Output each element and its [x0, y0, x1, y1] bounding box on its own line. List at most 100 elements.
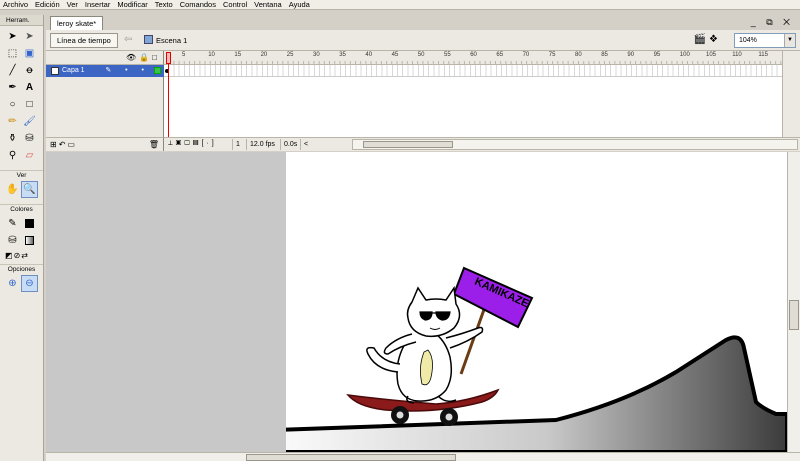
brush-tool-icon[interactable]: 🖌	[21, 113, 38, 130]
modify-markers-icon[interactable]: [·]	[202, 140, 217, 147]
fill-color-swatch[interactable]	[21, 232, 38, 249]
timeline-footer: ⟂▣▢▤[·] 1 12.0 fps 0.0s <	[164, 137, 800, 151]
delete-layer-icon[interactable]: 🗑	[149, 140, 159, 149]
eyedropper-tool-icon[interactable]: ⚲	[4, 147, 21, 164]
layer-row[interactable]: Capa 1 ✎ • •	[46, 65, 164, 77]
onion-skin-icon[interactable]: ▣	[176, 140, 185, 147]
scene-icon	[144, 35, 153, 44]
menu-insertar[interactable]: Insertar	[85, 0, 110, 10]
eraser-tool-icon[interactable]: ▱	[21, 147, 38, 164]
free-transform-tool-icon[interactable]: ⬚	[4, 45, 21, 62]
layer-outline-color[interactable]	[154, 67, 161, 74]
frame-tick-label: 65	[496, 52, 504, 58]
ink-bottle-tool-icon[interactable]: ⚱	[4, 130, 21, 147]
playhead-line	[168, 64, 169, 137]
paint-bucket-tool-icon[interactable]: ⛁	[21, 130, 38, 147]
hand-tool-icon[interactable]: ✋	[4, 181, 21, 198]
frame-tick-label: 30	[313, 52, 320, 58]
oval-tool-icon[interactable]: ○	[4, 96, 21, 113]
fill-color-bucket-icon[interactable]: ⛁	[4, 232, 21, 249]
menu-ayuda[interactable]: Ayuda	[289, 0, 310, 10]
edit-scene-icon[interactable]: 🎬	[694, 34, 706, 45]
menu-texto[interactable]: Texto	[155, 0, 173, 10]
playhead-handle[interactable]	[166, 52, 171, 64]
insert-layer-icon[interactable]: ⊞	[50, 140, 59, 149]
frame-tick-label: 45	[391, 52, 399, 58]
text-tool-icon[interactable]: A	[21, 79, 38, 96]
menu-control[interactable]: Control	[223, 0, 247, 10]
cat-tail	[366, 346, 401, 373]
frame-ruler[interactable]: 5 10 15 20 25 30 35 40 45 50 55 60 65 70 75 80 85 90 95 100…	[164, 51, 782, 65]
frame-tick-label: 90	[627, 52, 635, 58]
edit-multiple-frames-icon[interactable]: ▤	[193, 140, 202, 147]
zoom-in-icon[interactable]: ⊕	[4, 275, 21, 292]
selection-tool-icon[interactable]: ➤	[4, 28, 21, 45]
frame-tick-label: 105	[706, 52, 717, 58]
menu-archivo[interactable]: Archivo	[3, 0, 28, 10]
frame-tick-label: 5	[182, 52, 186, 58]
stroke-color-pencil-icon[interactable]: ✎	[4, 215, 21, 232]
ramp-hill	[253, 335, 787, 452]
frame-tick-label: 95	[653, 52, 661, 58]
onion-outlines-icon[interactable]: ▢	[184, 140, 193, 147]
insert-folder-icon[interactable]: ▭	[67, 140, 77, 149]
options-section-label: Opciones	[0, 264, 43, 273]
zoom-out-icon[interactable]: ⊖	[21, 275, 38, 292]
center-frame-icon[interactable]: ⟂	[168, 140, 176, 147]
line-tool-icon[interactable]: ╱	[4, 62, 21, 79]
layer-name: Capa 1	[62, 67, 85, 74]
back-arrow-icon[interactable]: ⇦	[124, 34, 132, 45]
timeline-scroll-thumb[interactable]	[363, 141, 453, 148]
subselection-tool-icon[interactable]: ➤	[21, 28, 38, 45]
document-tab[interactable]: leroy skate*	[50, 16, 104, 30]
rectangle-tool-icon[interactable]: □	[21, 96, 38, 113]
outline-icon[interactable]: □	[152, 53, 160, 62]
edit-symbol-icon[interactable]: ❖	[709, 34, 718, 45]
menu-bar: Archivo Edición Ver Insertar Modificar T…	[0, 0, 800, 10]
menu-comandos[interactable]: Comandos	[180, 0, 216, 10]
frame-tick-label: 85	[601, 52, 608, 58]
lock-icon[interactable]: 🔒	[139, 53, 152, 62]
zoom-tool-icon[interactable]: 🔍	[21, 181, 38, 198]
default-colors-icon[interactable]: ◩	[5, 251, 13, 260]
edit-bar: Línea de tiempo ⇦ Escena 1 🎬 ❖ 104% ▼	[46, 30, 800, 51]
pencil-tool-icon[interactable]: ✏	[4, 113, 21, 130]
frame-rate: 12.0 fps	[246, 139, 278, 150]
stage-vscroll-thumb[interactable]	[789, 300, 799, 330]
layers-header: 👁🔒□	[46, 51, 164, 65]
menu-ventana[interactable]: Ventana	[254, 0, 282, 10]
timeline-horizontal-scrollbar[interactable]	[352, 139, 798, 150]
timeline-toggle-button[interactable]: Línea de tiempo	[50, 33, 118, 48]
frame-row[interactable]	[164, 65, 782, 77]
frames-area: 5 10 15 20 25 30 35 40 45 50 55 60 65 70 75 80 85 90 95 100…	[164, 51, 782, 137]
show-hide-eye-icon[interactable]: 👁	[126, 53, 139, 62]
stage-hscroll-thumb[interactable]	[246, 454, 456, 461]
playhead[interactable]	[166, 51, 171, 137]
pasteboard: KAMIKAZE	[46, 152, 787, 452]
frame-tick-label: 55	[444, 52, 451, 58]
stroke-color-swatch[interactable]	[21, 215, 38, 232]
swap-colors-icon[interactable]: ⇄	[21, 251, 28, 260]
stage-canvas[interactable]: KAMIKAZE	[253, 152, 787, 452]
tools-grid: ➤ ➤ ⬚ ▣ ╱ ꝋ ✒ A ○ □ ✏ 🖌 ⚱ ⛁ ⚲ ▱	[0, 26, 43, 166]
menu-edicion[interactable]: Edición	[35, 0, 60, 10]
scene-label: Escena 1	[156, 36, 188, 45]
chevron-down-icon[interactable]: ▼	[784, 34, 795, 47]
window-controls[interactable]: _ ⧉ ✕	[751, 17, 794, 28]
stage-horizontal-scrollbar[interactable]	[46, 452, 800, 461]
timeline-vertical-scrollbar[interactable]	[782, 51, 800, 137]
zoom-select[interactable]: 104% ▼	[734, 33, 796, 48]
no-color-icon[interactable]: ⊘	[14, 251, 21, 260]
stage-vertical-scrollbar[interactable]	[787, 152, 800, 452]
frame-tick-label: 115	[758, 52, 768, 58]
scene-breadcrumb[interactable]: Escena 1	[144, 34, 187, 47]
document-area: leroy skate* _ ⧉ ✕ Línea de tiempo ⇦ Esc…	[46, 15, 800, 461]
lasso-tool-icon[interactable]: ꝋ	[21, 62, 38, 79]
scroll-left-icon[interactable]: <	[300, 139, 311, 150]
menu-modificar[interactable]: Modificar	[117, 0, 147, 10]
frame-tick-label: 75	[548, 52, 556, 58]
fill-transform-tool-icon[interactable]: ▣	[21, 45, 38, 62]
pen-tool-icon[interactable]: ✒	[4, 79, 21, 96]
menu-ver[interactable]: Ver	[67, 0, 78, 10]
layer-controls[interactable]: ✎ • •	[105, 65, 150, 77]
